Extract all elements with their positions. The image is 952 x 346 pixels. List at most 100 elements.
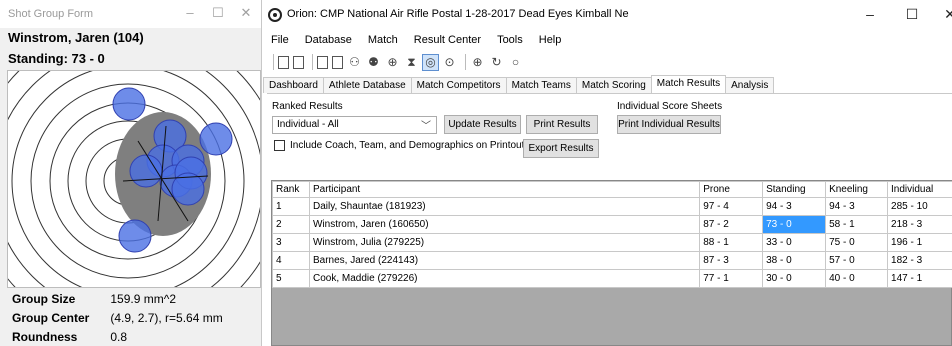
- individual-cell[interactable]: 147 - 1: [887, 269, 952, 288]
- header-participant[interactable]: Participant: [308, 181, 701, 198]
- standing-cell[interactable]: 33 - 0: [762, 233, 827, 252]
- menu-match[interactable]: Match: [360, 32, 406, 50]
- tab-analysis[interactable]: Analysis: [725, 77, 775, 93]
- kneeling-cell[interactable]: 40 - 0: [825, 269, 889, 288]
- maximize-icon[interactable]: ☐: [208, 5, 228, 21]
- standing-cell[interactable]: 38 - 0: [762, 251, 827, 270]
- include-demographics-checkbox[interactable]: [274, 140, 285, 151]
- prone-cell[interactable]: 77 - 1: [699, 269, 764, 288]
- shot-mark: [118, 219, 152, 253]
- individual-cell[interactable]: 196 - 1: [887, 233, 952, 252]
- menu-file[interactable]: File: [263, 32, 297, 50]
- participant-cell[interactable]: Barnes, Jared (224143): [308, 251, 701, 270]
- individual-cell[interactable]: 218 - 3: [887, 215, 952, 234]
- menu-tools[interactable]: Tools: [489, 32, 531, 50]
- new-icon[interactable]: [278, 55, 289, 69]
- play-icon[interactable]: ⊙: [442, 55, 457, 70]
- table-row[interactable]: 5 Cook, Maddie (279226) 77 - 1 30 - 0 40…: [272, 269, 952, 288]
- users-icon[interactable]: ⚉: [366, 55, 381, 70]
- participant-cell[interactable]: Winstrom, Jaren (160650): [308, 215, 701, 234]
- header-standing[interactable]: Standing: [762, 181, 827, 198]
- rank-cell[interactable]: 1: [272, 197, 310, 216]
- open-icon[interactable]: [293, 55, 304, 69]
- roundness-stat: Roundness 0.8: [12, 330, 127, 344]
- settings-document-icon[interactable]: [332, 55, 343, 69]
- group-center-label: Group Center: [12, 311, 90, 325]
- close-icon[interactable]: ✕: [236, 5, 256, 21]
- toolbar-separator: [312, 54, 313, 70]
- shot-group-title: Shot Group Form: [8, 8, 93, 20]
- toolbar-separator: [465, 54, 466, 70]
- print-results-button[interactable]: Print Results: [526, 115, 598, 134]
- group-size-value: 159.9 mm^2: [110, 292, 177, 306]
- menu-result-center[interactable]: Result Center: [406, 32, 489, 50]
- menu-bar: File Database Match Result Center Tools …: [263, 32, 569, 50]
- individual-cell[interactable]: 182 - 3: [887, 251, 952, 270]
- header-rank[interactable]: Rank: [272, 181, 310, 198]
- prone-cell[interactable]: 88 - 1: [699, 233, 764, 252]
- standing-cell[interactable]: 94 - 3: [762, 197, 827, 216]
- roundness-label: Roundness: [12, 330, 78, 344]
- document-icon[interactable]: [317, 55, 328, 69]
- rank-cell[interactable]: 4: [272, 251, 310, 270]
- export-results-button[interactable]: Export Results: [523, 139, 599, 158]
- athlete-name: Winstrom, Jaren (104): [8, 30, 144, 45]
- tab-match-teams[interactable]: Match Teams: [505, 77, 577, 93]
- kneeling-cell[interactable]: 57 - 0: [825, 251, 889, 270]
- participant-cell[interactable]: Daily, Shauntae (181923): [308, 197, 701, 216]
- standing-score: Standing: 73 - 0: [8, 51, 105, 66]
- table-row[interactable]: 2 Winstrom, Jaren (160650) 87 - 2 73 - 0…: [272, 215, 952, 234]
- update-results-button[interactable]: Update Results: [444, 115, 521, 134]
- target-add-icon[interactable]: ⊕: [385, 55, 400, 70]
- rank-cell[interactable]: 2: [272, 215, 310, 234]
- menu-database[interactable]: Database: [297, 32, 360, 50]
- add-user-icon[interactable]: ⚇: [347, 55, 362, 70]
- rank-cell[interactable]: 5: [272, 269, 310, 288]
- tab-athlete-database[interactable]: Athlete Database: [322, 77, 412, 93]
- orion-window: Orion: CMP National Air Rifle Postal 1-2…: [263, 0, 952, 346]
- header-kneeling[interactable]: Kneeling: [825, 181, 889, 198]
- rank-cell[interactable]: 3: [272, 233, 310, 252]
- orion-titlebar: Orion: CMP National Air Rifle Postal 1-2…: [263, 0, 952, 31]
- loading-icon[interactable]: ○: [508, 55, 523, 70]
- ranked-results-label: Ranked Results: [272, 101, 343, 112]
- header-prone[interactable]: Prone: [699, 181, 764, 198]
- chevron-down-icon: ﹀: [421, 121, 431, 132]
- standing-cell[interactable]: 30 - 0: [762, 269, 827, 288]
- tab-strip: Dashboard Athlete Database Match Competi…: [263, 75, 775, 94]
- individual-cell[interactable]: 285 - 10: [887, 197, 952, 216]
- orion-title: Orion: CMP National Air Rifle Postal 1-2…: [287, 8, 629, 20]
- individual-sheets-label: Individual Score Sheets: [617, 101, 723, 112]
- print-individual-button[interactable]: Print Individual Results: [617, 115, 721, 134]
- prone-cell[interactable]: 87 - 2: [699, 215, 764, 234]
- tab-match-competitors[interactable]: Match Competitors: [410, 77, 507, 93]
- globe-icon[interactable]: ⊕: [470, 55, 485, 70]
- close-icon[interactable]: ✕: [939, 6, 952, 23]
- kneeling-cell[interactable]: 75 - 0: [825, 233, 889, 252]
- minimize-icon[interactable]: –: [180, 5, 200, 20]
- participant-cell[interactable]: Cook, Maddie (279226): [308, 269, 701, 288]
- tab-match-scoring[interactable]: Match Scoring: [575, 77, 652, 93]
- toolbar: ⚇ ⚉ ⊕ ⧗ ◎ ⊙ ⊕ ↻ ○: [263, 51, 527, 73]
- kneeling-cell[interactable]: 94 - 3: [825, 197, 889, 216]
- table-row[interactable]: 4 Barnes, Jared (224143) 87 - 3 38 - 0 5…: [272, 251, 952, 270]
- kneeling-cell[interactable]: 58 - 1: [825, 215, 889, 234]
- participant-cell[interactable]: Winstrom, Julia (279225): [308, 233, 701, 252]
- maximize-icon[interactable]: ☐: [901, 6, 923, 23]
- hourglass-icon[interactable]: ⧗: [404, 55, 419, 70]
- tab-dashboard[interactable]: Dashboard: [263, 77, 324, 93]
- results-grid: Rank Participant Prone Standing Kneeling…: [271, 180, 952, 346]
- table-row[interactable]: 3 Winstrom, Julia (279225) 88 - 1 33 - 0…: [272, 233, 952, 252]
- header-individual[interactable]: Individual: [887, 181, 952, 198]
- standing-cell-selected[interactable]: 73 - 0: [762, 215, 827, 234]
- toolbar-grip: [273, 54, 274, 70]
- table-row[interactable]: 1 Daily, Shauntae (181923) 97 - 4 94 - 3…: [272, 197, 952, 216]
- prone-cell[interactable]: 87 - 3: [699, 251, 764, 270]
- menu-help[interactable]: Help: [531, 32, 570, 50]
- tab-match-results[interactable]: Match Results: [650, 75, 727, 93]
- results-type-select[interactable]: Individual - All ﹀: [272, 116, 437, 134]
- prone-cell[interactable]: 97 - 4: [699, 197, 764, 216]
- refresh-icon[interactable]: ↻: [489, 55, 504, 70]
- target-icon[interactable]: ◎: [422, 53, 439, 71]
- minimize-icon[interactable]: –: [859, 6, 881, 22]
